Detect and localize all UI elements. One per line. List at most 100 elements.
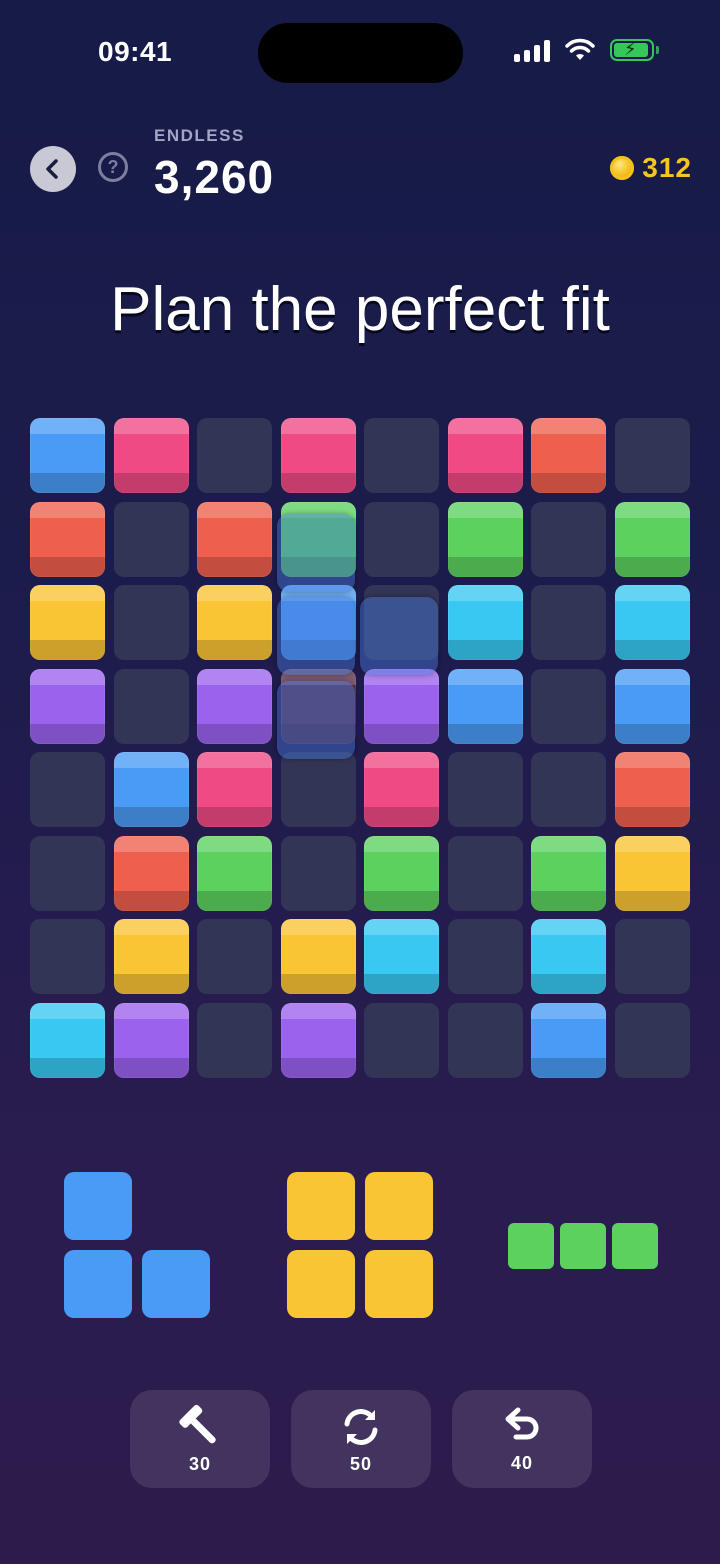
board-block[interactable] bbox=[447, 585, 523, 660]
board-cell-empty[interactable] bbox=[614, 919, 690, 994]
board-block[interactable] bbox=[614, 668, 690, 744]
piece-block bbox=[287, 1172, 355, 1240]
board-block[interactable] bbox=[113, 919, 189, 994]
board-block[interactable] bbox=[113, 1002, 189, 1078]
dynamic-island bbox=[258, 23, 463, 83]
board-block[interactable] bbox=[30, 668, 105, 744]
placement-preview-block bbox=[276, 597, 355, 675]
headline: Plan the perfect fit bbox=[110, 275, 610, 344]
board-cell-empty[interactable] bbox=[614, 418, 690, 493]
chevron-left-icon bbox=[46, 159, 58, 179]
board-cell-empty[interactable] bbox=[30, 835, 105, 911]
board-block[interactable] bbox=[614, 501, 690, 577]
board-block[interactable] bbox=[113, 835, 189, 911]
coin-icon bbox=[610, 156, 635, 180]
board-block[interactable] bbox=[280, 418, 356, 493]
board-cell-empty[interactable] bbox=[197, 919, 272, 994]
board-block[interactable] bbox=[30, 418, 105, 493]
board-cell-empty[interactable] bbox=[364, 501, 439, 577]
board-cell-empty[interactable] bbox=[113, 585, 189, 660]
board-block[interactable] bbox=[531, 418, 606, 493]
status-time: 09:41 bbox=[98, 36, 173, 67]
undo-icon bbox=[505, 1407, 539, 1439]
board-block[interactable] bbox=[614, 835, 690, 911]
board-cell-empty[interactable] bbox=[197, 1002, 272, 1078]
refresh-count: 50 bbox=[349, 1453, 373, 1474]
board-block[interactable] bbox=[614, 752, 690, 827]
coin-balance[interactable]: 312 bbox=[610, 152, 692, 184]
board-cell-empty[interactable] bbox=[447, 835, 523, 911]
undo-count: 40 bbox=[510, 1452, 534, 1473]
board-cell-empty[interactable] bbox=[30, 919, 105, 994]
board-block[interactable] bbox=[280, 919, 356, 994]
board-block[interactable] bbox=[280, 1002, 356, 1078]
piece-block bbox=[508, 1223, 554, 1269]
board-cell-empty[interactable] bbox=[364, 418, 439, 493]
board-block[interactable] bbox=[614, 585, 690, 660]
refresh-button[interactable]: 50 bbox=[291, 1390, 431, 1488]
board-block[interactable] bbox=[30, 585, 105, 660]
piece-block bbox=[560, 1223, 606, 1269]
board-cell-empty[interactable] bbox=[447, 919, 523, 994]
piece-block bbox=[64, 1250, 132, 1318]
board-cell-empty[interactable] bbox=[447, 752, 523, 827]
board-cell-empty[interactable] bbox=[531, 668, 606, 744]
board-block[interactable] bbox=[197, 585, 272, 660]
piece-block bbox=[365, 1172, 433, 1240]
board-block[interactable] bbox=[364, 752, 439, 827]
board-cell-empty[interactable] bbox=[30, 752, 105, 827]
board-cell-empty[interactable] bbox=[447, 1002, 523, 1078]
board-block[interactable] bbox=[197, 835, 272, 911]
placement-preview-block bbox=[276, 513, 355, 592]
board-cell-empty[interactable] bbox=[280, 752, 356, 827]
board-cell-empty[interactable] bbox=[197, 418, 272, 493]
score-value: 3,260 bbox=[154, 151, 275, 203]
board-block[interactable] bbox=[364, 835, 439, 911]
board-block[interactable] bbox=[531, 835, 606, 911]
board-cell-empty[interactable] bbox=[364, 1002, 439, 1078]
powerup-bar: 30 50 40 bbox=[130, 1390, 592, 1488]
board-block[interactable] bbox=[30, 1002, 105, 1078]
piece-block bbox=[287, 1250, 355, 1318]
board-block[interactable] bbox=[197, 501, 272, 577]
board-block[interactable] bbox=[447, 668, 523, 744]
board-block[interactable] bbox=[531, 1002, 606, 1078]
hammer-count: 30 bbox=[188, 1453, 212, 1474]
piece-block bbox=[142, 1250, 210, 1318]
board-block[interactable] bbox=[113, 752, 189, 827]
board-cell-empty[interactable] bbox=[113, 501, 189, 577]
board-block[interactable] bbox=[113, 418, 189, 493]
board-block[interactable] bbox=[447, 418, 523, 493]
board-block[interactable] bbox=[30, 501, 105, 577]
board-block[interactable] bbox=[197, 752, 272, 827]
status-icons: ⚡ bbox=[514, 38, 659, 62]
board-block[interactable] bbox=[364, 919, 439, 994]
question-icon: ? bbox=[107, 156, 119, 177]
piece-block bbox=[612, 1223, 658, 1269]
wifi-icon bbox=[565, 38, 595, 60]
board-block[interactable] bbox=[197, 668, 272, 744]
charging-bolt-icon: ⚡ bbox=[624, 39, 637, 59]
placement-preview-block bbox=[276, 680, 355, 759]
help-button[interactable]: ? bbox=[98, 152, 128, 182]
coin-count: 312 bbox=[642, 152, 692, 183]
board-block[interactable] bbox=[531, 919, 606, 994]
hammer-icon bbox=[179, 1404, 216, 1443]
board-block[interactable] bbox=[447, 501, 523, 577]
piece-block bbox=[64, 1172, 132, 1240]
board-cell-empty[interactable] bbox=[531, 501, 606, 577]
hammer-button[interactable]: 30 bbox=[130, 1390, 270, 1488]
piece-block bbox=[365, 1250, 433, 1318]
undo-button[interactable]: 40 bbox=[452, 1390, 592, 1488]
back-button[interactable] bbox=[30, 146, 76, 192]
board-cell-empty[interactable] bbox=[531, 752, 606, 827]
board-block[interactable] bbox=[364, 668, 439, 744]
battery-icon: ⚡ bbox=[610, 39, 659, 61]
game-board[interactable] bbox=[30, 418, 690, 1078]
board-cell-empty[interactable] bbox=[531, 585, 606, 660]
game-mode-label: ENDLESS bbox=[154, 126, 245, 145]
cellular-signal-icon bbox=[514, 38, 550, 62]
board-cell-empty[interactable] bbox=[280, 835, 356, 911]
board-cell-empty[interactable] bbox=[614, 1002, 690, 1078]
board-cell-empty[interactable] bbox=[113, 668, 189, 744]
